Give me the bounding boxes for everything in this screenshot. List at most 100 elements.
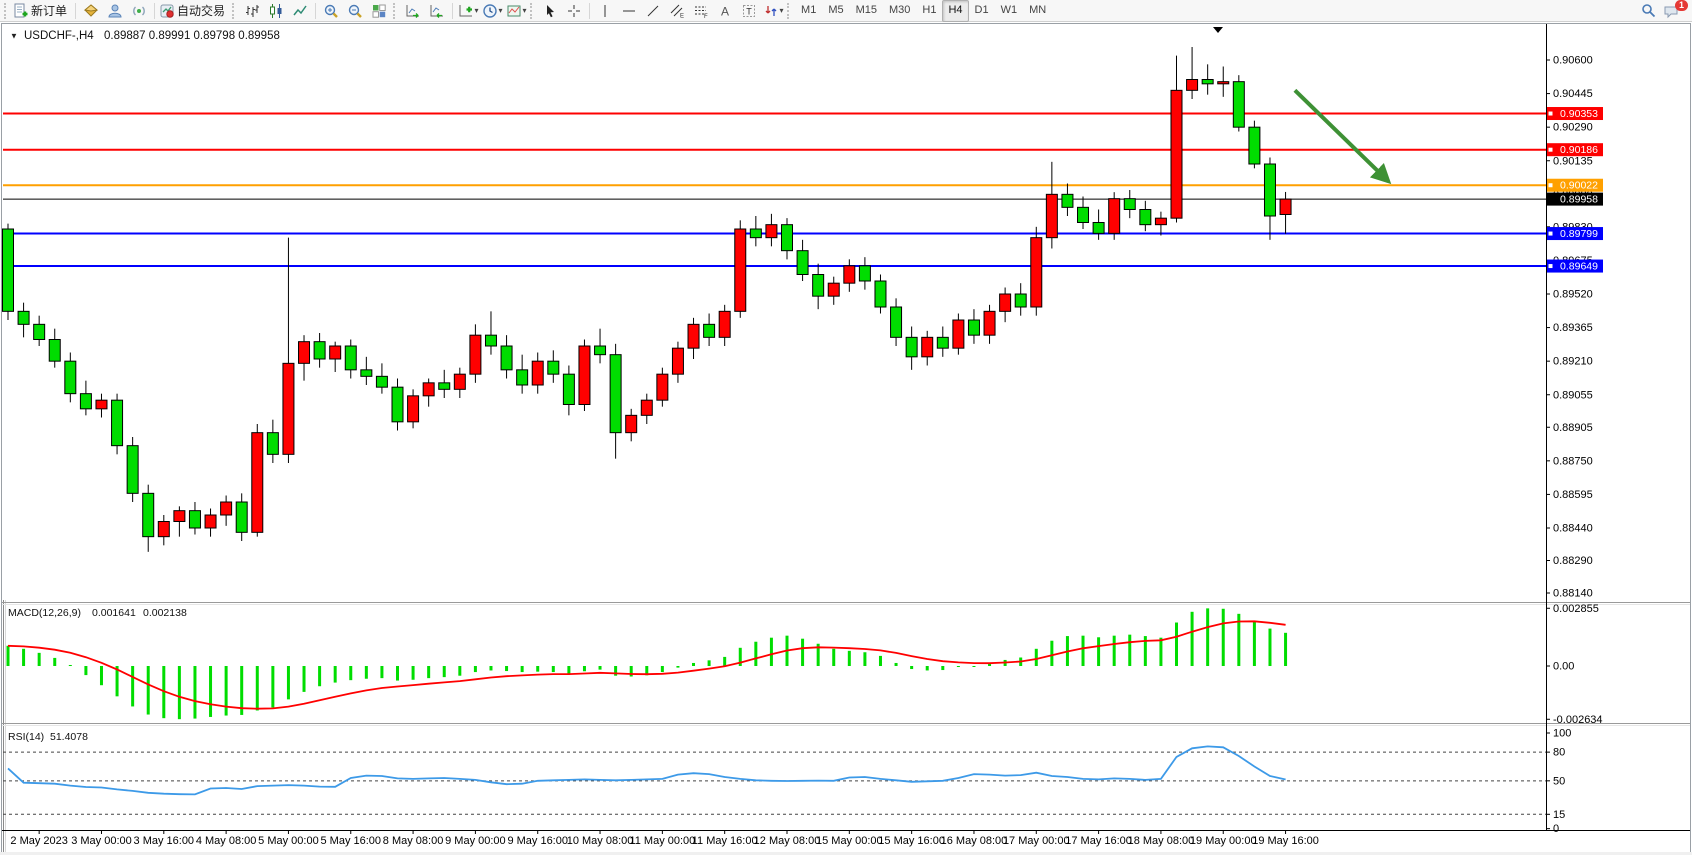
candle bbox=[1187, 80, 1198, 91]
macd-histogram-bar bbox=[941, 666, 944, 670]
candle bbox=[18, 311, 29, 324]
macd-histogram-bar bbox=[1082, 636, 1085, 666]
tab-timeframe-m1[interactable]: M1 bbox=[795, 0, 822, 22]
candle bbox=[813, 275, 824, 297]
rsi-label: RSI(14) bbox=[8, 731, 44, 743]
metaeditor-button[interactable] bbox=[79, 0, 103, 22]
macd-histogram-bar bbox=[848, 651, 851, 666]
macd-histogram-bar bbox=[1191, 612, 1194, 666]
vertical-line-button[interactable] bbox=[593, 0, 617, 22]
toolbar-grip[interactable] bbox=[393, 3, 399, 19]
chart-shift-icon bbox=[429, 3, 445, 19]
candle bbox=[968, 320, 979, 335]
time-tick-label: 5 May 00:00 bbox=[258, 835, 319, 847]
cursor-button[interactable] bbox=[538, 0, 562, 22]
candle bbox=[423, 383, 434, 396]
tab-timeframe-h4[interactable]: H4 bbox=[942, 0, 968, 22]
macd-histogram-bar bbox=[505, 666, 508, 671]
macd-histogram-bar bbox=[256, 666, 259, 710]
toolbar-grip[interactable] bbox=[530, 3, 536, 19]
horizontal-line-button[interactable] bbox=[617, 0, 641, 22]
candle bbox=[299, 342, 310, 364]
candle bbox=[454, 374, 465, 389]
tab-timeframe-m30[interactable]: M30 bbox=[883, 0, 916, 22]
candle bbox=[1046, 194, 1057, 237]
candle bbox=[735, 229, 746, 311]
tab-timeframe-m15[interactable]: M15 bbox=[850, 0, 883, 22]
tab-timeframe-d1[interactable]: D1 bbox=[969, 0, 995, 22]
macd-histogram-bar bbox=[100, 666, 103, 685]
macd-histogram-bar bbox=[380, 666, 383, 678]
time-tick-label: 19 May 00:00 bbox=[1190, 835, 1257, 847]
trendline-icon bbox=[645, 3, 661, 19]
fibonacci-button[interactable]: F bbox=[689, 0, 713, 22]
auto-trading-label: 自动交易 bbox=[177, 2, 225, 19]
macd-histogram-bar bbox=[521, 666, 524, 672]
main-panel[interactable] bbox=[3, 24, 1547, 600]
time-tick-label: 3 May 16:00 bbox=[134, 835, 195, 847]
auto-scroll-button[interactable] bbox=[401, 0, 425, 22]
equidistant-channel-button[interactable]: E bbox=[665, 0, 689, 22]
bar-chart-button[interactable] bbox=[240, 0, 264, 22]
search-button[interactable] bbox=[1636, 0, 1660, 22]
cursor-icon bbox=[542, 3, 558, 19]
candle bbox=[1062, 194, 1073, 207]
macd-histogram-bar bbox=[567, 666, 570, 674]
zoom-in-button[interactable] bbox=[319, 0, 343, 22]
periods-button[interactable]: ▾ bbox=[480, 0, 504, 22]
candlestick-chart-button[interactable] bbox=[264, 0, 288, 22]
collapse-icon[interactable]: ▼ bbox=[10, 32, 18, 41]
notifications-button[interactable]: 1 bbox=[1660, 0, 1684, 22]
trendline-button[interactable] bbox=[641, 0, 665, 22]
chart-shift-button[interactable] bbox=[425, 0, 449, 22]
macd-histogram-bar bbox=[1097, 637, 1100, 666]
tile-windows-button[interactable] bbox=[367, 0, 391, 22]
price-badge-label: 0.90353 bbox=[1560, 108, 1598, 120]
macd-histogram-bar bbox=[69, 665, 72, 666]
candle bbox=[236, 502, 247, 532]
indicators-icon bbox=[458, 3, 474, 19]
toolbar-grip[interactable] bbox=[787, 3, 793, 19]
person-icon bbox=[107, 3, 123, 19]
price-tick-label: 0.90445 bbox=[1553, 88, 1593, 100]
macd-histogram-bar bbox=[552, 666, 555, 672]
crosshair-button[interactable] bbox=[562, 0, 586, 22]
tab-timeframe-w1[interactable]: W1 bbox=[995, 0, 1024, 22]
tab-timeframe-h1[interactable]: H1 bbox=[916, 0, 942, 22]
time-tick-label: 4 May 08:00 bbox=[196, 835, 257, 847]
new-order-button[interactable]: 新订单 bbox=[12, 0, 72, 22]
toolbar-grip[interactable] bbox=[4, 3, 10, 19]
macd-histogram-bar bbox=[334, 666, 337, 683]
template-icon bbox=[506, 3, 522, 19]
toolbar-separator bbox=[452, 3, 453, 19]
indicators-button[interactable]: ▾ bbox=[456, 0, 480, 22]
tab-timeframe-m5[interactable]: M5 bbox=[822, 0, 849, 22]
zoom-out-button[interactable] bbox=[343, 0, 367, 22]
candle bbox=[891, 307, 902, 337]
macd-histogram-bar bbox=[7, 646, 10, 666]
auto-trading-button[interactable]: 自动交易 bbox=[158, 0, 230, 22]
text-label-button[interactable]: T bbox=[737, 0, 761, 22]
toolbar-grip[interactable] bbox=[232, 3, 238, 19]
toolbar-separator bbox=[75, 3, 76, 19]
tab-timeframe-mn[interactable]: MN bbox=[1023, 0, 1052, 22]
crosshair-icon bbox=[566, 3, 582, 19]
toolbar-separator bbox=[315, 3, 316, 19]
candle bbox=[1140, 210, 1151, 225]
candle bbox=[797, 251, 808, 275]
macd-histogram-bar bbox=[178, 666, 181, 719]
time-tick-label: 2 May 2023 bbox=[10, 835, 67, 847]
chevron-down-icon: ▾ bbox=[499, 6, 503, 15]
macd-histogram-bar bbox=[801, 639, 804, 666]
profile-button[interactable] bbox=[103, 0, 127, 22]
arrows-tool-button[interactable]: ▾ bbox=[761, 0, 785, 22]
templates-button[interactable]: ▾ bbox=[504, 0, 528, 22]
candle bbox=[657, 374, 668, 400]
signals-button[interactable] bbox=[127, 0, 151, 22]
text-tool-button[interactable]: A bbox=[713, 0, 737, 22]
candle bbox=[205, 515, 216, 528]
macd-histogram-bar bbox=[1035, 649, 1038, 666]
candle bbox=[548, 361, 559, 374]
line-chart-button[interactable] bbox=[288, 0, 312, 22]
candle bbox=[49, 340, 60, 362]
